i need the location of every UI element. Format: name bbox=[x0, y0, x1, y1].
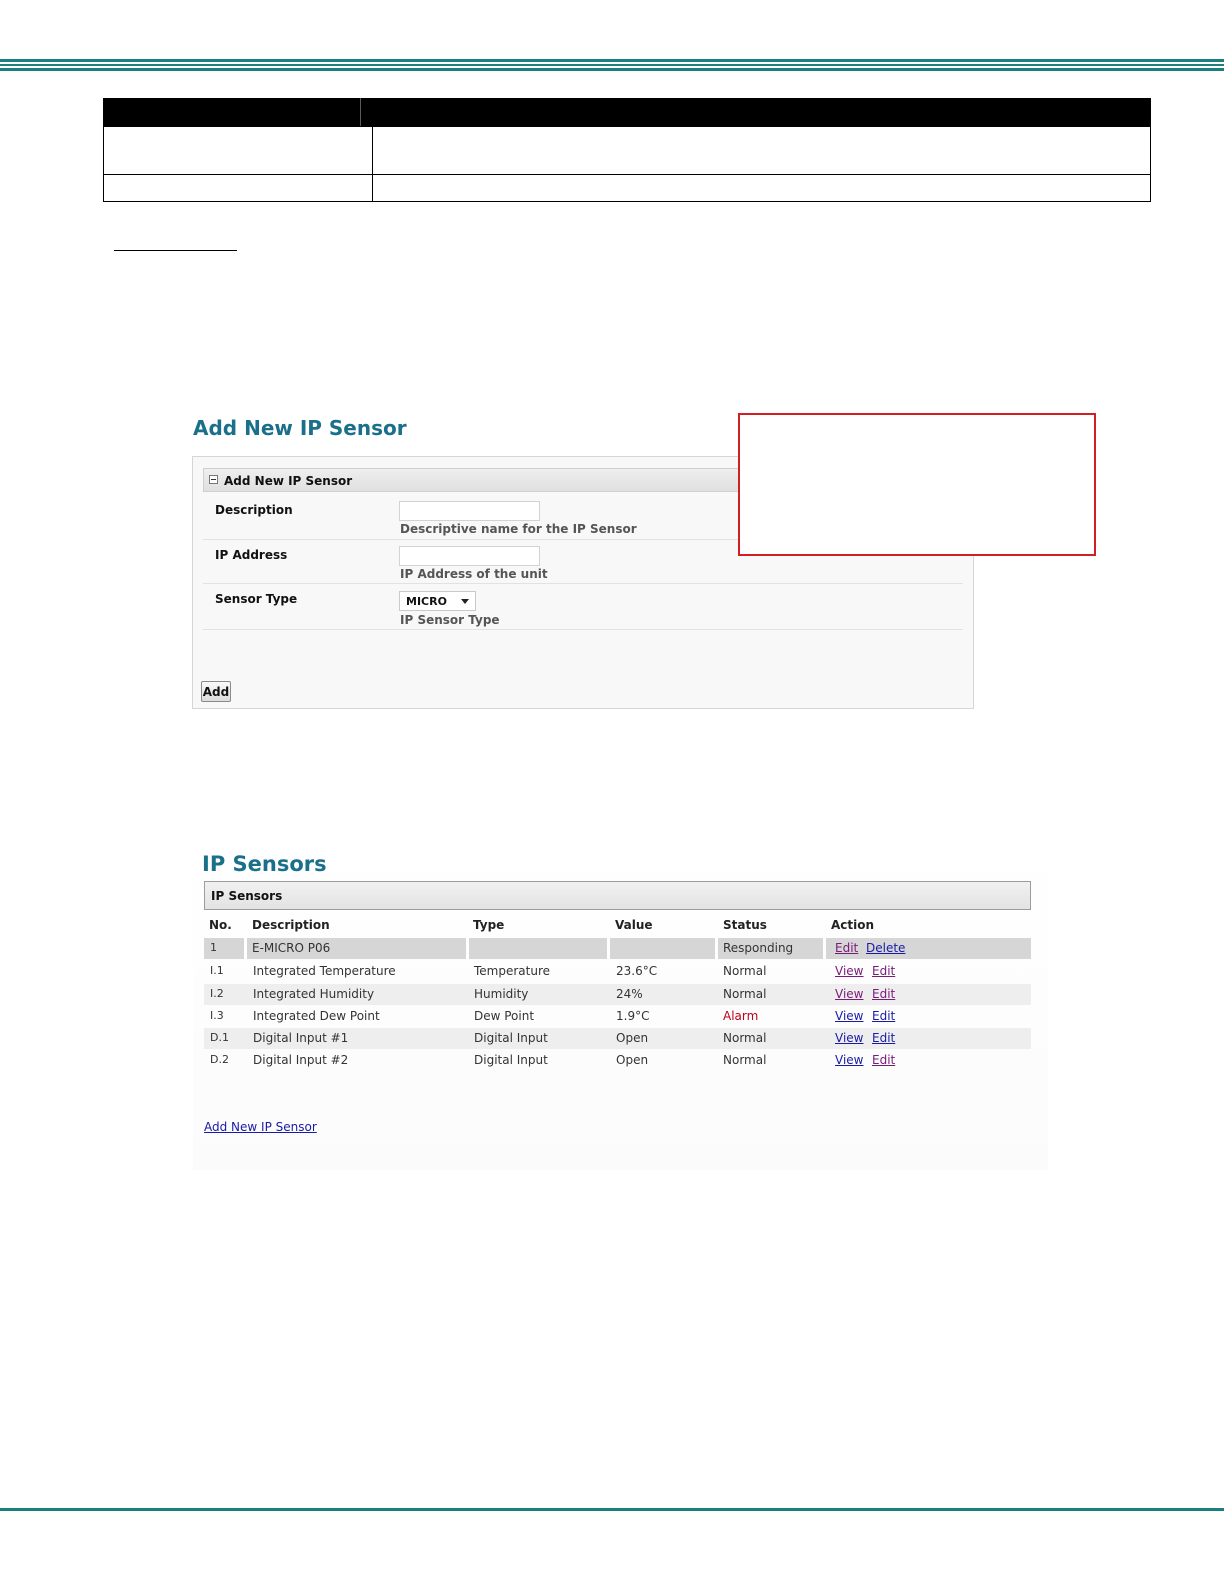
callout-box bbox=[738, 413, 1096, 556]
row-number: I.2 bbox=[210, 987, 224, 1000]
row-description: E-MICRO P06 bbox=[252, 941, 331, 955]
table-row: I.1 Integrated Temperature Temperature 2… bbox=[204, 961, 1031, 982]
row-value: Open bbox=[616, 1053, 649, 1067]
add-sensor-panel-title: Add New IP Sensor bbox=[224, 474, 353, 488]
column-header-value: Value bbox=[615, 918, 653, 932]
table-header-divider bbox=[360, 98, 361, 126]
row-description: Digital Input #1 bbox=[253, 1031, 349, 1045]
edit-link[interactable]: Edit bbox=[872, 1053, 895, 1067]
edit-link[interactable]: Edit bbox=[835, 941, 858, 955]
view-link[interactable]: View bbox=[835, 1031, 863, 1045]
ip-sensors-panel-title: IP Sensors bbox=[211, 889, 283, 903]
table-row: 1 E-MICRO P06 Responding Edit Delete bbox=[204, 938, 1031, 959]
sensor-type-row: Sensor Type MICRO IP Sensor Type bbox=[203, 584, 963, 630]
row-type: Humidity bbox=[474, 987, 529, 1001]
row-type: Temperature bbox=[474, 964, 551, 978]
view-link[interactable]: View bbox=[835, 964, 863, 978]
cell-divider bbox=[607, 938, 610, 959]
view-link[interactable]: View bbox=[835, 987, 863, 1001]
row-value: 23.6°C bbox=[616, 964, 658, 978]
sensor-type-select[interactable]: MICRO bbox=[399, 591, 476, 611]
header-rule-middle bbox=[0, 64, 1224, 66]
column-header-description: Description bbox=[252, 918, 330, 932]
header-rule-bottom bbox=[0, 68, 1224, 71]
delete-link[interactable]: Delete bbox=[866, 941, 905, 955]
row-number: D.2 bbox=[210, 1053, 229, 1066]
sensor-type-value: MICRO bbox=[406, 595, 447, 608]
ip-sensors-page-title: IP Sensors bbox=[202, 852, 327, 876]
cell-divider bbox=[466, 938, 469, 959]
section-underline bbox=[114, 250, 237, 251]
row-value: 24% bbox=[616, 987, 643, 1001]
edit-link[interactable]: Edit bbox=[872, 1009, 895, 1023]
row-status: Normal bbox=[723, 1031, 767, 1045]
edit-link[interactable]: Edit bbox=[872, 1031, 895, 1045]
description-help: Descriptive name for the IP Sensor bbox=[400, 522, 637, 536]
row-status: Responding bbox=[723, 941, 794, 955]
row-description: Digital Input #2 bbox=[253, 1053, 349, 1067]
table-row: D.1 Digital Input #1 Digital Input Open … bbox=[204, 1028, 1031, 1049]
row-number: D.1 bbox=[210, 1031, 229, 1044]
row-status: Normal bbox=[723, 964, 767, 978]
row-number: I.1 bbox=[210, 964, 224, 977]
document-table-row bbox=[103, 174, 1151, 202]
row-type: Dew Point bbox=[474, 1009, 535, 1023]
cell-divider bbox=[823, 938, 826, 959]
cell-divider bbox=[244, 938, 247, 959]
column-header-type: Type bbox=[473, 918, 505, 932]
ip-sensors-panel-header: IP Sensors bbox=[204, 881, 1031, 910]
row-number: I.3 bbox=[210, 1009, 224, 1022]
ip-address-label: IP Address bbox=[215, 548, 288, 562]
collapse-icon[interactable] bbox=[209, 475, 218, 484]
header-rule-top bbox=[0, 59, 1224, 62]
row-number: 1 bbox=[210, 941, 217, 954]
ip-address-field[interactable] bbox=[399, 546, 540, 566]
view-link[interactable]: View bbox=[835, 1053, 863, 1067]
edit-link[interactable]: Edit bbox=[872, 964, 895, 978]
sensor-type-label: Sensor Type bbox=[215, 592, 298, 606]
table-row: I.3 Integrated Dew Point Dew Point 1.9°C… bbox=[204, 1006, 1031, 1027]
view-link[interactable]: View bbox=[835, 1009, 863, 1023]
row-status: Normal bbox=[723, 987, 767, 1001]
add-button[interactable]: Add bbox=[201, 681, 231, 702]
description-label: Description bbox=[215, 503, 293, 517]
row-description: Integrated Humidity bbox=[253, 987, 375, 1001]
add-new-ip-sensor-link[interactable]: Add New IP Sensor bbox=[204, 1120, 317, 1134]
add-sensor-page-title: Add New IP Sensor bbox=[193, 416, 407, 440]
footer-rule bbox=[0, 1508, 1224, 1511]
table-row: I.2 Integrated Humidity Humidity 24% Nor… bbox=[204, 984, 1031, 1005]
edit-link[interactable]: Edit bbox=[872, 987, 895, 1001]
document-table-header bbox=[103, 98, 1151, 127]
document-table-row bbox=[103, 126, 1151, 175]
row-description: Integrated Dew Point bbox=[253, 1009, 380, 1023]
row-type: Digital Input bbox=[474, 1031, 548, 1045]
sensor-type-help: IP Sensor Type bbox=[400, 613, 500, 627]
column-header-no: No. bbox=[209, 918, 232, 932]
row-value: Open bbox=[616, 1031, 649, 1045]
document-table bbox=[103, 98, 1151, 202]
row-type: Digital Input bbox=[474, 1053, 548, 1067]
row-status: Normal bbox=[723, 1053, 767, 1067]
cell-divider bbox=[715, 938, 718, 959]
column-header-status: Status bbox=[723, 918, 767, 932]
description-field[interactable] bbox=[399, 501, 540, 521]
column-header-action: Action bbox=[831, 918, 875, 932]
row-value: 1.9°C bbox=[616, 1009, 650, 1023]
table-row: D.2 Digital Input #2 Digital Input Open … bbox=[204, 1050, 1031, 1071]
ip-address-help: IP Address of the unit bbox=[400, 567, 548, 581]
row-status-alarm: Alarm bbox=[723, 1009, 759, 1023]
chevron-down-icon bbox=[461, 599, 469, 604]
row-description: Integrated Temperature bbox=[253, 964, 396, 978]
